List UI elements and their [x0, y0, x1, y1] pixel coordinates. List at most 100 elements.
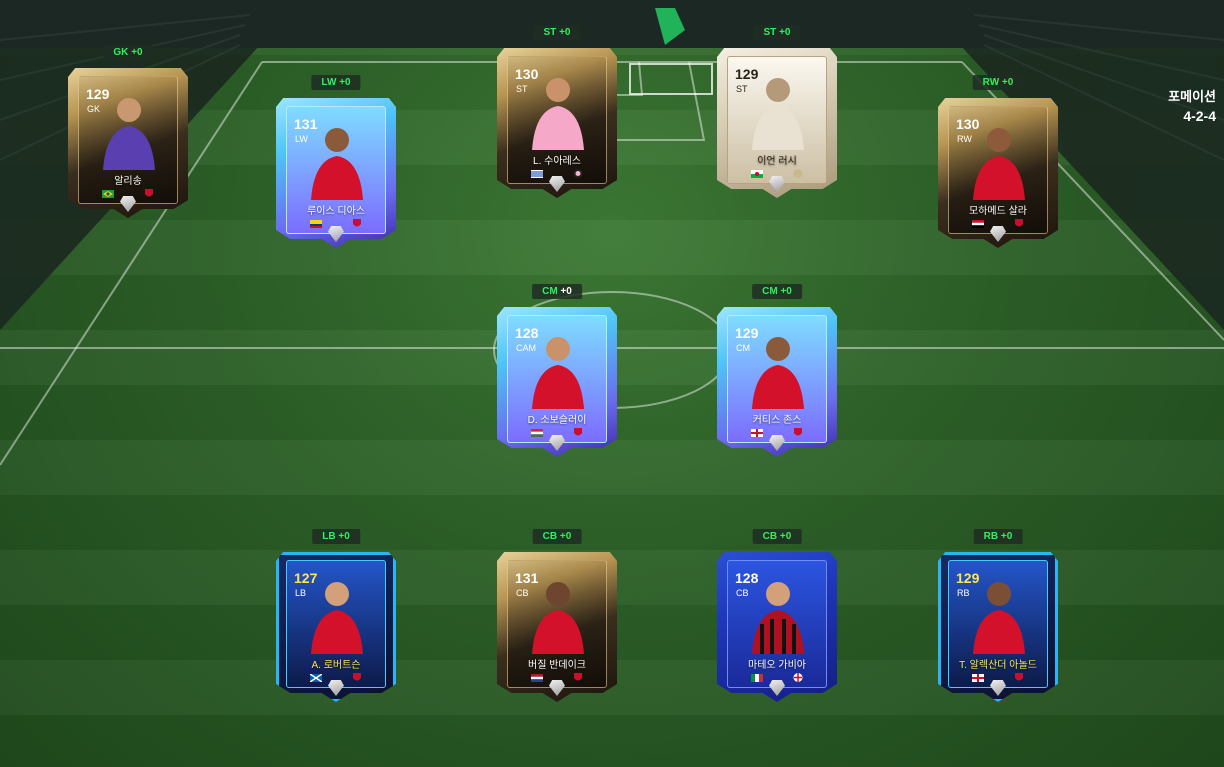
- player-position: CB: [516, 588, 529, 598]
- ac-milan-crest-icon: [793, 673, 803, 682]
- player-card[interactable]: 131 CB 버질 반데이크: [497, 552, 617, 702]
- player-name: L. 수아레스: [533, 156, 581, 167]
- player-rating: 128: [735, 570, 759, 586]
- grade-gem-icon: [990, 226, 1006, 242]
- uruguay-flag-icon: [531, 170, 543, 178]
- player-position: CM: [736, 343, 750, 353]
- player-rating: 128: [515, 325, 539, 341]
- player-position: ST: [736, 84, 748, 94]
- player-rating: 129: [735, 66, 759, 82]
- player-name: 이언 러시: [757, 156, 797, 167]
- player-card[interactable]: 129 GK 알리송: [68, 68, 188, 218]
- player-card[interactable]: 129 RB T. 알렉산더 아놀드: [938, 552, 1058, 702]
- formation-panel[interactable]: 포메이션 4-2-4: [1168, 86, 1216, 124]
- player-position: LW: [295, 134, 308, 144]
- brazil-flag-icon: [102, 190, 114, 198]
- position-badge: LB +0: [312, 529, 360, 544]
- liverpool-crest-icon: [145, 189, 153, 197]
- top-stand: [0, 0, 1224, 48]
- grade-gem-icon: [549, 680, 565, 696]
- player-name: T. 알렉산더 아놀드: [959, 660, 1037, 671]
- player-portrait: [973, 128, 1025, 200]
- player-position: ST: [516, 84, 528, 94]
- formation-value[interactable]: 4-2-4: [1168, 108, 1216, 124]
- scotland-flag-icon: [310, 674, 322, 682]
- position-badge: CM +0: [752, 284, 802, 299]
- italy-flag-icon: [751, 674, 763, 682]
- position-badge: ST +0: [533, 25, 581, 40]
- player-name: 버질 반데이크: [528, 660, 586, 671]
- liverpool-crest-icon: [353, 673, 361, 681]
- grade-gem-icon: [328, 680, 344, 696]
- player-card[interactable]: 129 ST 이언 러시: [717, 48, 837, 198]
- liverpool-crest-icon: [353, 219, 361, 227]
- grade-gem-icon: [769, 680, 785, 696]
- position-badge: CB +0: [752, 529, 802, 544]
- player-portrait: [752, 582, 804, 654]
- position-badge: CB +0: [532, 529, 582, 544]
- liverpool-crest-icon: [1015, 673, 1023, 681]
- netherlands-flag-icon: [531, 674, 543, 682]
- player-rating: 127: [294, 570, 318, 586]
- player-card[interactable]: 128 CAM D. 소보슬러이: [497, 307, 617, 457]
- player-rating: 131: [294, 116, 318, 132]
- position-badge: CM +0: [532, 284, 582, 299]
- player-portrait: [311, 128, 363, 200]
- player-portrait: [311, 582, 363, 654]
- england-flag-icon: [972, 674, 984, 682]
- england-flag-icon: [751, 429, 763, 437]
- player-portrait: [752, 337, 804, 409]
- player-portrait: [532, 337, 584, 409]
- position-badge: RW +0: [972, 75, 1024, 90]
- player-position: RW: [957, 134, 972, 144]
- wales-flag-icon: [751, 170, 763, 178]
- player-rating: 129: [956, 570, 980, 586]
- player-rating: 130: [515, 66, 539, 82]
- grade-gem-icon: [990, 680, 1006, 696]
- player-card[interactable]: 130 ST L. 수아레스: [497, 48, 617, 198]
- position-badge: GK +0: [103, 45, 153, 60]
- player-card[interactable]: 127 LB A. 로버트슨: [276, 552, 396, 702]
- player-rating: 130: [956, 116, 980, 132]
- grade-gem-icon: [769, 176, 785, 192]
- player-position: LB: [295, 588, 307, 598]
- position-badge: LW +0: [311, 75, 361, 90]
- player-name: 마테오 가비아: [748, 660, 806, 671]
- liverpool-crest-icon: [1015, 219, 1023, 227]
- position-badge: RB +0: [973, 529, 1023, 544]
- liverpool-crest-icon: [794, 428, 802, 436]
- player-position: CB: [736, 588, 749, 598]
- player-rating: 129: [86, 86, 110, 102]
- player-name: 알리송: [114, 176, 142, 187]
- player-portrait: [532, 582, 584, 654]
- player-name: D. 소보슬러이: [527, 415, 587, 426]
- player-portrait: [752, 78, 804, 150]
- grade-gem-icon: [549, 435, 565, 451]
- liverpool-crest-icon: [574, 428, 582, 436]
- icon-crest-icon: [793, 169, 803, 178]
- grade-gem-icon: [549, 176, 565, 192]
- inter-miami-crest-icon: [573, 169, 583, 178]
- player-rating: 131: [515, 570, 539, 586]
- player-card[interactable]: 130 RW 모하메드 살라: [938, 98, 1058, 248]
- player-card[interactable]: 128 CB 마테오 가비아: [717, 552, 837, 702]
- player-name: 루이스 디아스: [307, 206, 365, 217]
- grade-gem-icon: [120, 196, 136, 212]
- player-card[interactable]: 129 CM 커티스 존스: [717, 307, 837, 457]
- hungary-flag-icon: [531, 429, 543, 437]
- player-portrait: [973, 582, 1025, 654]
- formation-label: 포메이션: [1168, 89, 1216, 104]
- player-card[interactable]: 131 LW 루이스 디아스: [276, 98, 396, 248]
- position-badge: ST +0: [753, 25, 801, 40]
- player-rating: 129: [735, 325, 759, 341]
- player-name: 모하메드 살라: [969, 206, 1027, 217]
- player-position: CAM: [516, 343, 536, 353]
- egypt-flag-icon: [972, 220, 984, 228]
- grade-gem-icon: [328, 226, 344, 242]
- player-position: RB: [957, 588, 970, 598]
- liverpool-crest-icon: [574, 673, 582, 681]
- player-name: A. 로버트슨: [311, 660, 361, 671]
- player-portrait: [532, 78, 584, 150]
- player-portrait: [103, 98, 155, 170]
- player-name: 커티스 존스: [752, 415, 802, 426]
